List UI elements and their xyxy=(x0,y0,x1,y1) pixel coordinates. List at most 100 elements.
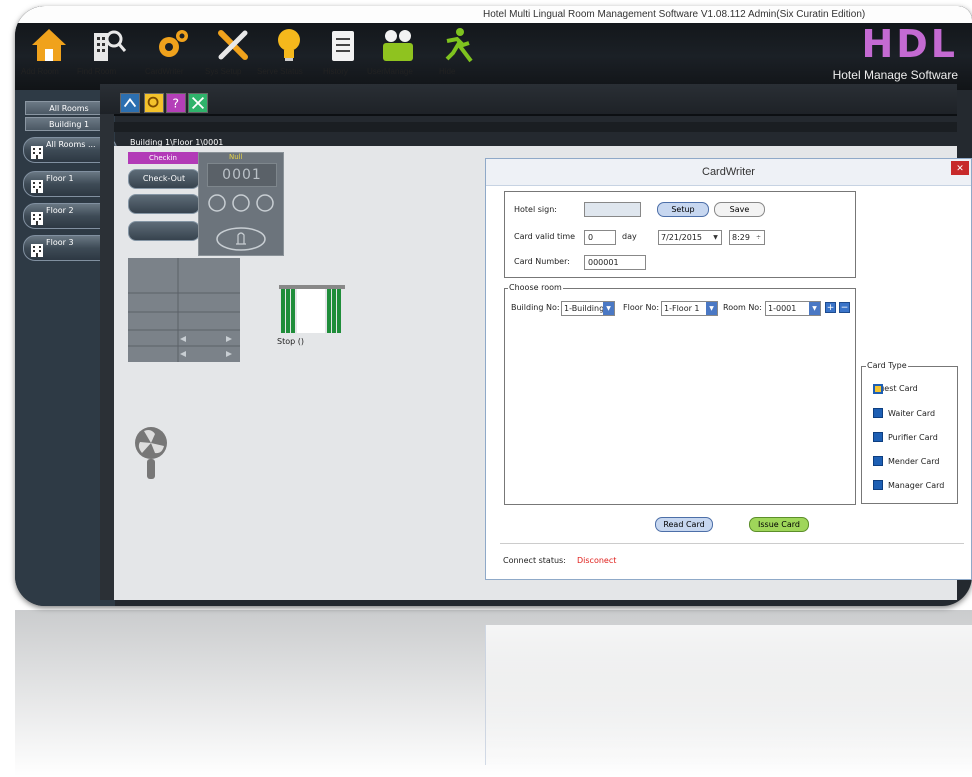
gears-icon xyxy=(159,30,188,57)
user-manage-button[interactable]: UserManage xyxy=(367,23,429,85)
chevron-down-icon[interactable]: ▼ xyxy=(710,231,721,244)
ac-panel: Null 0001 xyxy=(198,152,284,256)
connect-status-value: Disconect xyxy=(577,556,617,565)
find-room-button[interactable]: Find Room xyxy=(77,23,139,85)
control-button-blank-1[interactable] xyxy=(128,194,200,214)
building-select[interactable]: 1-Building ▼ xyxy=(561,301,615,316)
card-type-label: Manager Card xyxy=(888,481,945,490)
time-value: 8:29 xyxy=(732,233,750,242)
card-valid-label: Card valid time xyxy=(514,232,576,241)
day-label: day xyxy=(622,232,637,241)
room-select[interactable]: 1-0001 ▼ xyxy=(765,301,821,316)
history-button[interactable]: History xyxy=(323,23,363,85)
card-valid-days-field[interactable]: 0 xyxy=(584,230,616,245)
spinner-icon[interactable]: ÷ xyxy=(753,231,764,244)
hide-button[interactable]: Hide xyxy=(439,23,479,85)
svg-text:?: ? xyxy=(172,96,179,111)
chevron-down-icon[interactable]: ▼ xyxy=(706,302,717,315)
cardwriter-button[interactable]: CardWriter xyxy=(145,23,201,85)
breadcrumb: Building 1\Floor 1\0001 xyxy=(130,138,224,147)
card-type-legend: Card Type xyxy=(866,361,908,370)
running-man-icon xyxy=(445,28,473,63)
floor-label: Floor No: xyxy=(623,303,660,312)
save-button[interactable]: Save xyxy=(714,202,765,217)
choose-room-legend: Choose room xyxy=(508,283,563,292)
card-type-mender[interactable]: Mender Card xyxy=(873,456,939,466)
curtain-icon[interactable] xyxy=(279,285,345,335)
document-icon xyxy=(332,31,354,61)
date-value: 7/21/2015 xyxy=(661,233,703,242)
left-gap xyxy=(100,114,114,600)
reflection-dialog xyxy=(485,625,972,765)
house-icon xyxy=(32,29,66,61)
toolbar-label: UserManage xyxy=(367,67,413,76)
serve-status-button[interactable]: Serve Status xyxy=(257,23,321,85)
chevron-down-icon[interactable]: ▼ xyxy=(809,302,820,315)
sys-setup-button[interactable]: Sys Setup xyxy=(205,23,261,85)
radio-icon xyxy=(873,480,883,490)
floor-select[interactable]: 1-Floor 1 ▼ xyxy=(661,301,718,316)
ac-status: Null xyxy=(229,153,243,161)
add-icon[interactable]: + xyxy=(825,302,836,313)
curtain-label: Stop () xyxy=(277,337,304,346)
find-icon[interactable] xyxy=(144,93,164,113)
brand-logo: HDL xyxy=(861,22,958,66)
chevron-down-icon[interactable]: ▼ xyxy=(603,302,614,315)
date-picker[interactable]: 7/21/2015 ▼ xyxy=(658,230,722,245)
ac-controls-icon[interactable] xyxy=(205,193,279,253)
checkin-button[interactable]: Checkin xyxy=(128,152,198,164)
radio-icon xyxy=(873,432,883,442)
dialog-title: CardWriter xyxy=(486,159,971,186)
radio-selected-icon xyxy=(873,384,883,394)
close-icon[interactable]: ✕ xyxy=(951,161,969,175)
room-label: Room No: xyxy=(723,303,762,312)
radio-icon xyxy=(873,408,883,418)
card-type-manager[interactable]: Manager Card xyxy=(873,480,944,490)
building-label: Building No: xyxy=(511,303,560,312)
toolbar-label: Add Room xyxy=(21,67,59,76)
ac-display: 0001 xyxy=(207,163,277,187)
checkout-button[interactable]: Check-Out xyxy=(128,169,200,189)
status-divider xyxy=(500,543,964,544)
lightbulb-icon xyxy=(278,29,300,61)
building-icon xyxy=(31,212,43,225)
toolbar-label: Serve Status xyxy=(257,67,303,76)
window-title: Hotel Multi Lingual Room Management Soft… xyxy=(483,9,866,20)
help-icon[interactable]: ? xyxy=(166,93,186,113)
sidebar-item-label: Floor 2 xyxy=(46,206,74,215)
building-icon xyxy=(31,146,43,159)
card-type-purifier[interactable]: Purifier Card xyxy=(873,432,938,442)
sidebar-item-label: Floor 3 xyxy=(46,238,74,247)
card-number-label: Card Number: xyxy=(514,257,570,266)
remove-icon[interactable]: − xyxy=(839,302,850,313)
brand-subtitle: Hotel Manage Software xyxy=(832,68,958,82)
toolbar-label: CardWriter xyxy=(145,67,184,76)
brand: HDL Hotel Manage Software xyxy=(833,24,958,82)
card-type-waiter[interactable]: Waiter Card xyxy=(873,408,935,418)
tools-icon xyxy=(218,30,248,60)
control-button-blank-2[interactable] xyxy=(128,221,200,241)
add-room-button[interactable]: Add Room xyxy=(21,23,77,85)
floor-value: 1-Floor 1 xyxy=(664,304,700,313)
building-icon xyxy=(31,244,43,257)
read-card-button[interactable]: Read Card xyxy=(655,517,713,532)
sidebar-item-label: All Rooms ... xyxy=(46,140,96,149)
arrow-icon[interactable] xyxy=(120,93,140,113)
card-number-field[interactable]: 000001 xyxy=(584,255,646,270)
choose-room-group xyxy=(504,288,856,505)
title-bar: Hotel Multi Lingual Room Management Soft… xyxy=(15,6,972,23)
toolbar-label: Find Room xyxy=(77,67,117,76)
card-type-guest[interactable]: Guest Card xyxy=(873,384,918,394)
toolbar-label: History xyxy=(323,67,348,76)
hotel-sign-field[interactable] xyxy=(584,202,641,217)
time-picker[interactable]: 8:29 ÷ xyxy=(729,230,765,245)
toolbar-label: Sys Setup xyxy=(205,67,242,76)
building-icon xyxy=(31,180,43,193)
sub-toolbar: ? xyxy=(100,84,957,116)
room-value: 1-0001 xyxy=(768,304,797,313)
tools-small-icon[interactable] xyxy=(188,93,208,113)
setup-button[interactable]: Setup xyxy=(657,202,709,217)
issue-card-button[interactable]: Issue Card xyxy=(749,517,809,532)
fan-icon[interactable] xyxy=(134,426,168,482)
card-type-label: Purifier Card xyxy=(888,433,938,442)
